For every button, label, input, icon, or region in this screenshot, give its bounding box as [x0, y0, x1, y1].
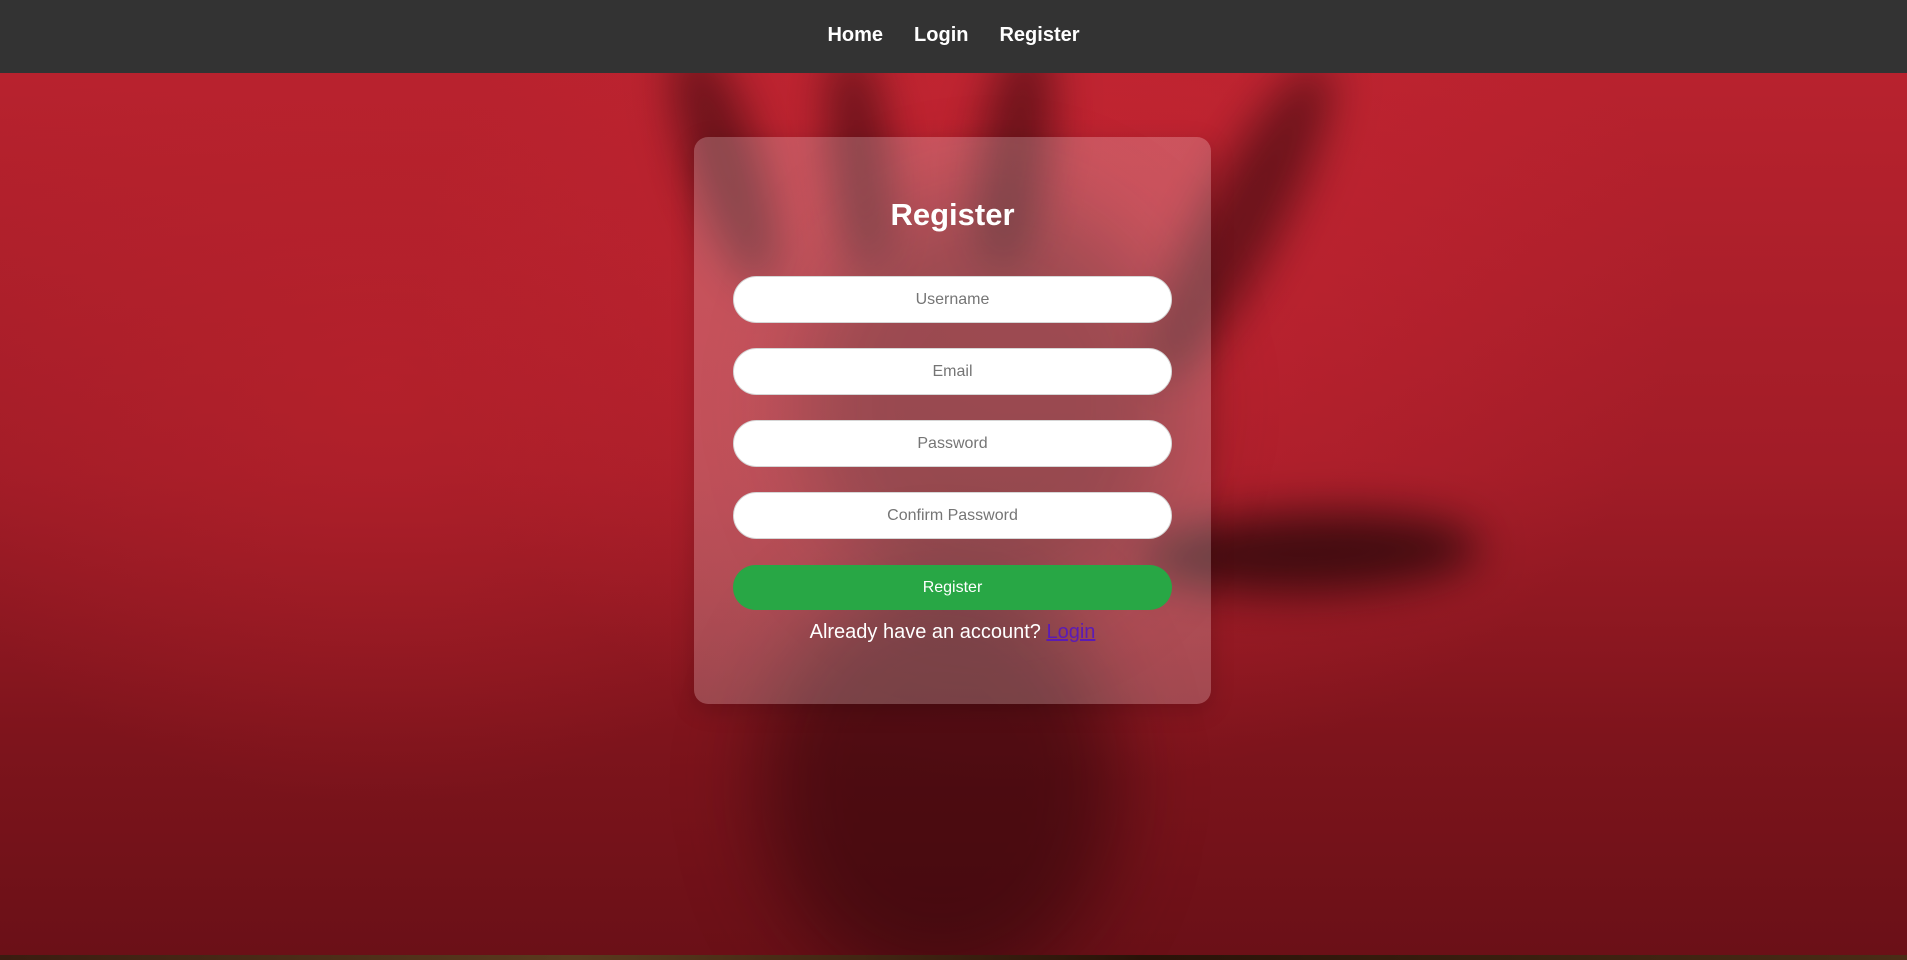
login-link[interactable]: Login: [1046, 621, 1095, 643]
password-input[interactable]: [733, 420, 1172, 467]
login-prompt: Already have an account? Login: [694, 621, 1211, 644]
username-input[interactable]: [733, 276, 1172, 323]
form-title: Register: [890, 197, 1015, 232]
nav-link-home[interactable]: Home: [827, 24, 883, 49]
top-navbar: Home Login Register: [0, 0, 1907, 73]
login-prompt-text: Already have an account?: [809, 621, 1041, 643]
register-submit-button[interactable]: Register: [733, 565, 1172, 610]
nav-link-login[interactable]: Login: [914, 24, 968, 49]
register-form-card: Register Register Already have an accoun…: [694, 137, 1211, 704]
email-input[interactable]: [733, 348, 1172, 395]
confirm-password-input[interactable]: [733, 492, 1172, 539]
nav-link-register[interactable]: Register: [999, 24, 1079, 49]
